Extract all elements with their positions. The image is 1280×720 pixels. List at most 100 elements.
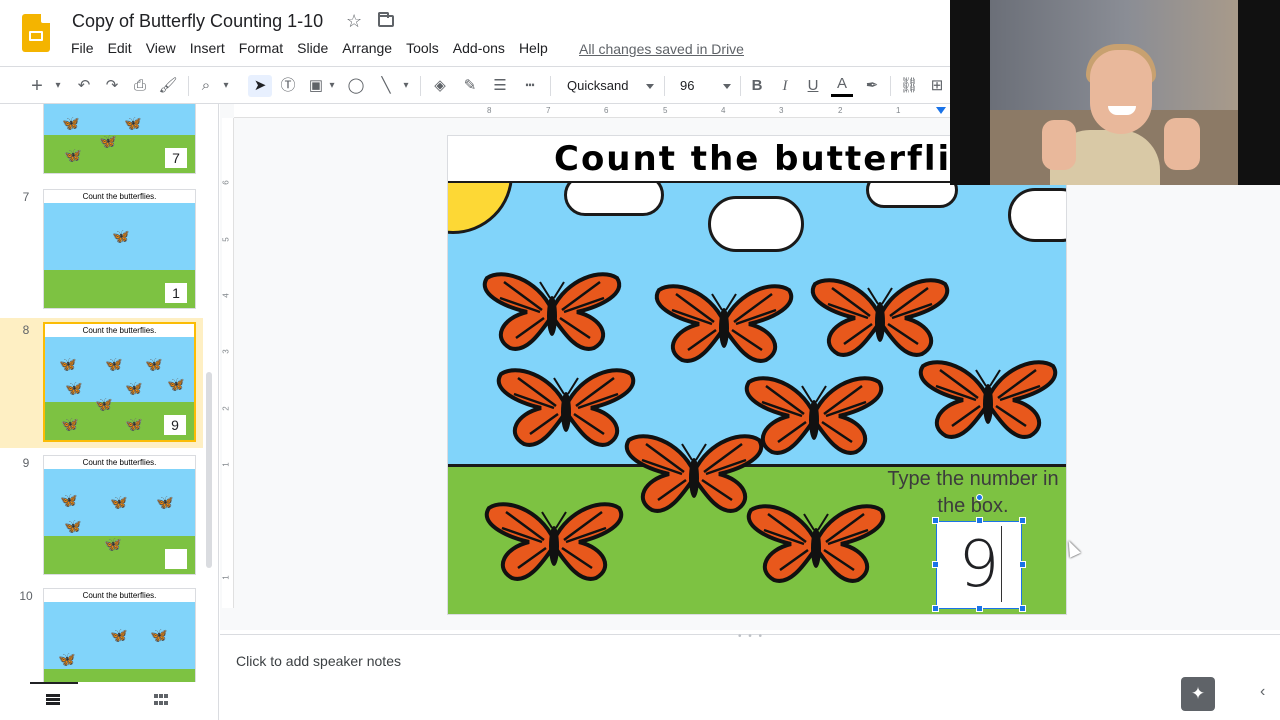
slide-thumbnail-7[interactable]: Count the butterflies. 🦋 1 [43, 189, 196, 309]
horizontal-ruler[interactable]: 8 7 6 5 4 3 2 1 [234, 104, 950, 118]
underline-icon[interactable]: U [803, 75, 823, 97]
save-status-link[interactable]: All changes saved in Drive [579, 41, 744, 57]
thumbnail-title: Count the butterflies. [44, 190, 195, 203]
zoom-dropdown-icon[interactable]: ▾ [220, 75, 232, 97]
text-box-icon[interactable]: Ⓣ [277, 75, 299, 97]
resize-handle[interactable] [1019, 517, 1026, 524]
resize-handle[interactable] [932, 517, 939, 524]
resize-handle[interactable] [1019, 605, 1026, 612]
menu-view[interactable]: View [146, 40, 176, 56]
image-icon[interactable]: ▣ [305, 75, 327, 97]
menu-file[interactable]: File [71, 40, 94, 56]
slide-number: 8 [22, 323, 30, 337]
shape-icon[interactable]: ◯ [345, 75, 367, 97]
butterfly-graphic [810, 278, 950, 357]
undo-icon[interactable]: ↶ [74, 75, 94, 97]
bold-icon[interactable]: B [747, 75, 767, 97]
document-title[interactable]: Copy of Butterfly Counting 1-10 [72, 11, 323, 32]
thumbnail-answer [165, 549, 187, 569]
resize-handle[interactable] [932, 605, 939, 612]
ruler-mark: 4 [721, 106, 726, 115]
butterfly-graphic [482, 272, 622, 351]
toolbar-divider [740, 76, 741, 96]
toolbar-divider [664, 76, 665, 96]
select-icon[interactable]: ➤ [248, 75, 272, 97]
resize-handle[interactable] [1019, 561, 1026, 568]
slide-number: 7 [22, 190, 30, 204]
butterfly-graphic [918, 360, 1058, 439]
current-slide[interactable]: Count the butterflies Type the number in… [447, 135, 1067, 615]
toolbar-divider [890, 76, 891, 96]
move-folder-icon[interactable] [378, 12, 394, 27]
thumbnail-title: Count the butterflies. [45, 324, 194, 337]
ruler-mark: 6 [221, 180, 231, 185]
ruler-mark: 4 [221, 293, 231, 298]
ruler-mark: 3 [221, 349, 231, 354]
italic-icon[interactable]: I [775, 75, 795, 97]
resize-handle[interactable] [932, 561, 939, 568]
zoom-icon[interactable]: ⌕ [196, 75, 216, 97]
thumbnail-title: Count the butterflies. [44, 456, 195, 469]
filmstrip-scrollbar[interactable] [206, 372, 212, 568]
image-dropdown-icon[interactable]: ▾ [326, 75, 338, 97]
menu-bar: File Edit View Insert Format Slide Arran… [71, 40, 562, 56]
slides-logo-icon[interactable] [22, 14, 50, 52]
rotate-handle[interactable] [976, 494, 983, 501]
menu-tools[interactable]: Tools [406, 40, 439, 56]
menu-format[interactable]: Format [239, 40, 283, 56]
answer-text-box[interactable]: 9 [936, 521, 1022, 609]
star-icon[interactable]: ☆ [346, 11, 362, 32]
print-icon[interactable]: ⎙ [130, 75, 150, 97]
fill-color-icon[interactable]: ◈ [430, 75, 450, 97]
explore-icon[interactable]: ✦ [1181, 677, 1215, 711]
border-color-icon[interactable]: ✎ [460, 75, 480, 97]
highlight-icon[interactable]: ✒ [861, 75, 883, 97]
link-icon[interactable]: ⛓ [898, 75, 920, 97]
speaker-notes[interactable]: • • • Click to add speaker notes [220, 631, 1280, 720]
instruction-text[interactable]: Type the number in the box. [878, 466, 1066, 520]
line-icon[interactable]: ╲ [375, 75, 397, 97]
menu-edit[interactable]: Edit [108, 40, 132, 56]
menu-help[interactable]: Help [519, 40, 548, 56]
paint-format-icon[interactable]: 🖌 [158, 75, 178, 97]
menu-arrange[interactable]: Arrange [342, 40, 392, 56]
filmstrip-view-icon[interactable] [46, 694, 60, 706]
font-size-select[interactable]: 96 [673, 75, 735, 97]
butterfly-graphic [496, 368, 636, 447]
slide-filmstrip: 🦋 🦋 🦋 🦋 7 7 Count the butterflies. 🦋 1 8 C… [0, 104, 219, 682]
ruler-mark: 8 [487, 106, 492, 115]
border-weight-icon[interactable]: ☰ [490, 75, 510, 97]
filmstrip-footer [0, 682, 219, 720]
menu-addons[interactable]: Add-ons [453, 40, 505, 56]
indent-marker-icon[interactable] [936, 107, 946, 114]
resize-handle[interactable] [976, 517, 983, 524]
redo-icon[interactable]: ↷ [102, 75, 122, 97]
new-slide-dropdown-icon[interactable]: ▾ [52, 75, 64, 97]
ruler-mark: 1 [896, 106, 901, 115]
ruler-mark: 6 [604, 106, 609, 115]
thumbnail-title: Count the butterflies. [44, 589, 195, 602]
grid-view-icon[interactable] [154, 694, 168, 706]
line-dropdown-icon[interactable]: ▾ [400, 75, 412, 97]
slide-number: 9 [22, 456, 30, 470]
slide-thumbnail-9[interactable]: Count the butterflies. 🦋 🦋 🦋 🦋 🦋 [43, 455, 196, 575]
slide-thumbnail-10[interactable]: Count the butterflies. 🦋 🦋 🦋 [43, 588, 196, 682]
speaker-notes-placeholder[interactable]: Click to add speaker notes [236, 653, 401, 669]
slide-thumbnail-8[interactable]: Count the butterflies. 🦋 🦋 🦋 🦋 🦋 🦋 🦋 🦋 🦋 9 [43, 322, 196, 442]
font-family-select[interactable]: Quicksand [560, 75, 658, 97]
slide-thumbnail-6[interactable]: 🦋 🦋 🦋 🦋 7 [43, 104, 196, 174]
slides-app: Copy of Butterfly Counting 1-10 ☆ File E… [0, 0, 1280, 720]
ruler-mark: 1 [221, 575, 231, 580]
resize-handle[interactable] [976, 605, 983, 612]
menu-insert[interactable]: Insert [190, 40, 225, 56]
notes-resize-handle[interactable]: • • • [738, 631, 764, 642]
comment-icon[interactable]: ⊞ [926, 75, 948, 97]
menu-slide[interactable]: Slide [297, 40, 328, 56]
border-dash-icon[interactable]: ┅ [520, 75, 540, 97]
ruler-mark: 2 [838, 106, 843, 115]
text-color-icon[interactable]: A [831, 75, 853, 97]
chevron-left-icon[interactable]: ‹ [1260, 683, 1265, 701]
new-slide-icon[interactable]: + [28, 75, 46, 97]
butterfly-graphic [484, 502, 624, 581]
vertical-ruler[interactable]: 6 5 4 3 2 1 1 [222, 118, 234, 608]
